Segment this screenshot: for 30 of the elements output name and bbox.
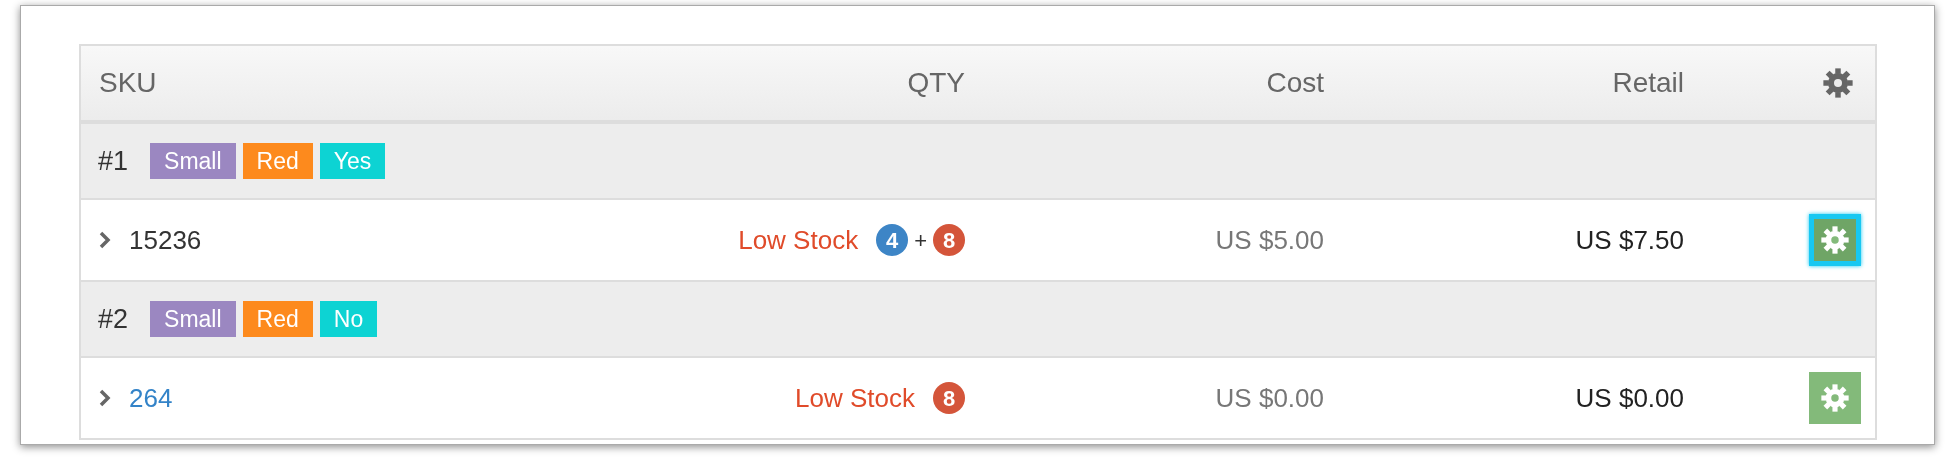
column-header: Cost xyxy=(1266,67,1324,98)
tag: Small xyxy=(150,300,236,338)
tag: Red xyxy=(242,142,313,180)
stock-status: Low Stock xyxy=(738,223,859,257)
chevron-icon[interactable] xyxy=(99,389,111,407)
count-badge: 8 xyxy=(933,382,965,414)
retail-value: US $7.50 xyxy=(1575,224,1684,255)
chevron-icon[interactable] xyxy=(99,231,111,249)
column-header: Retail xyxy=(1612,67,1684,98)
group-number: #1 xyxy=(98,144,129,178)
tag: No xyxy=(319,300,378,338)
gear-icon xyxy=(1821,226,1849,254)
group-number: #2 xyxy=(98,302,129,336)
column-header: QTY xyxy=(907,67,965,98)
settings-icon[interactable] xyxy=(1823,68,1853,98)
plus-sign: + xyxy=(914,226,927,255)
cost-value: US $5.00 xyxy=(1215,224,1324,255)
tag: Red xyxy=(242,300,313,338)
sku-link[interactable]: 264 xyxy=(129,378,173,418)
tag: Small xyxy=(150,142,236,180)
settings-button[interactable] xyxy=(1809,214,1861,266)
stock-status: Low Stock xyxy=(795,381,915,415)
count-badge: 4 xyxy=(876,224,909,256)
count-badge: 8 xyxy=(933,224,965,256)
cost-value: US $0.00 xyxy=(1215,382,1324,413)
sku-text: 15236 xyxy=(129,223,202,257)
gear-icon xyxy=(1821,384,1849,412)
tag: Yes xyxy=(319,142,386,180)
column-header: SKU xyxy=(99,67,157,98)
retail-value: US $0.00 xyxy=(1575,382,1684,413)
